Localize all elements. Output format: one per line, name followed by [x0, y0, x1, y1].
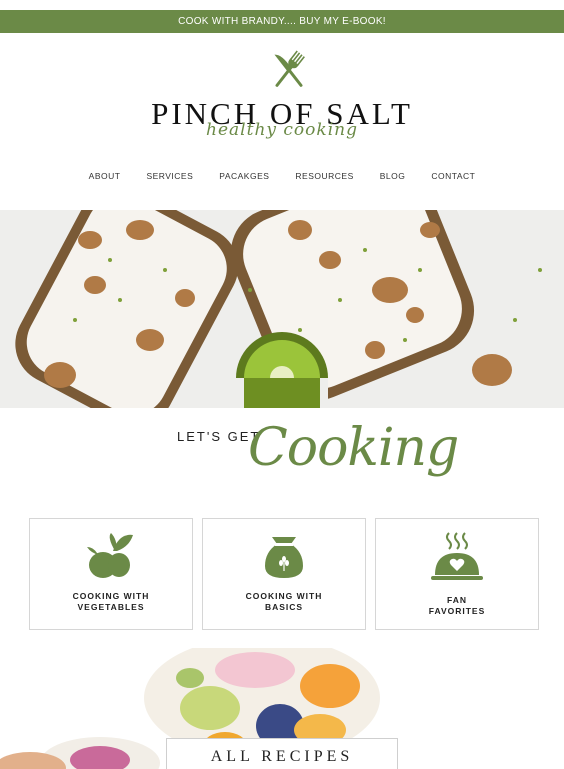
- nav-blog[interactable]: BLOG: [367, 171, 419, 185]
- fork-knife-icon: [274, 50, 305, 87]
- nav-resources[interactable]: RESOURCES: [282, 171, 366, 185]
- all-recipes-button[interactable]: ALL RECIPES: [166, 738, 398, 769]
- card-label-line1: FAN: [447, 595, 467, 605]
- main-nav: ABOUT SERVICES PACAKGES RESOURCES BLOG C…: [0, 171, 564, 185]
- nav-services[interactable]: SERVICES: [133, 171, 206, 185]
- brand-tagline: healthy cooking: [206, 120, 358, 140]
- nav-contact[interactable]: CONTACT: [418, 171, 488, 185]
- hero-image: [0, 210, 564, 408]
- card-label-line2: BASICS: [264, 602, 304, 612]
- card-label-line1: COOKING WITH: [72, 591, 150, 601]
- nav-about[interactable]: ABOUT: [76, 171, 134, 185]
- vegetables-icon: [87, 533, 133, 578]
- announcement-bar[interactable]: COOK WITH BRANDY.... BUY MY E-BOOK!: [0, 10, 564, 33]
- card-basics[interactable]: COOKING WITH BASICS: [202, 518, 366, 630]
- nav-packages[interactable]: PACAKGES: [206, 171, 282, 185]
- card-label-line2: VEGETABLES: [77, 602, 145, 612]
- card-label-line2: FAVORITES: [428, 606, 486, 616]
- serving-dish-icon: [431, 532, 483, 580]
- flour-sack-icon: [265, 537, 303, 578]
- card-fan-favorites[interactable]: FAN FAVORITES: [375, 518, 539, 630]
- card-label-line1: COOKING WITH: [245, 591, 323, 601]
- category-cards: COOKING WITH VEGETABLES COOKING WITH BAS…: [29, 518, 539, 630]
- announcement-text[interactable]: COOK WITH BRANDY.... BUY MY E-BOOK!: [178, 16, 386, 27]
- card-vegetables[interactable]: COOKING WITH VEGETABLES: [29, 518, 193, 630]
- section-script-title: Cooking: [248, 418, 459, 478]
